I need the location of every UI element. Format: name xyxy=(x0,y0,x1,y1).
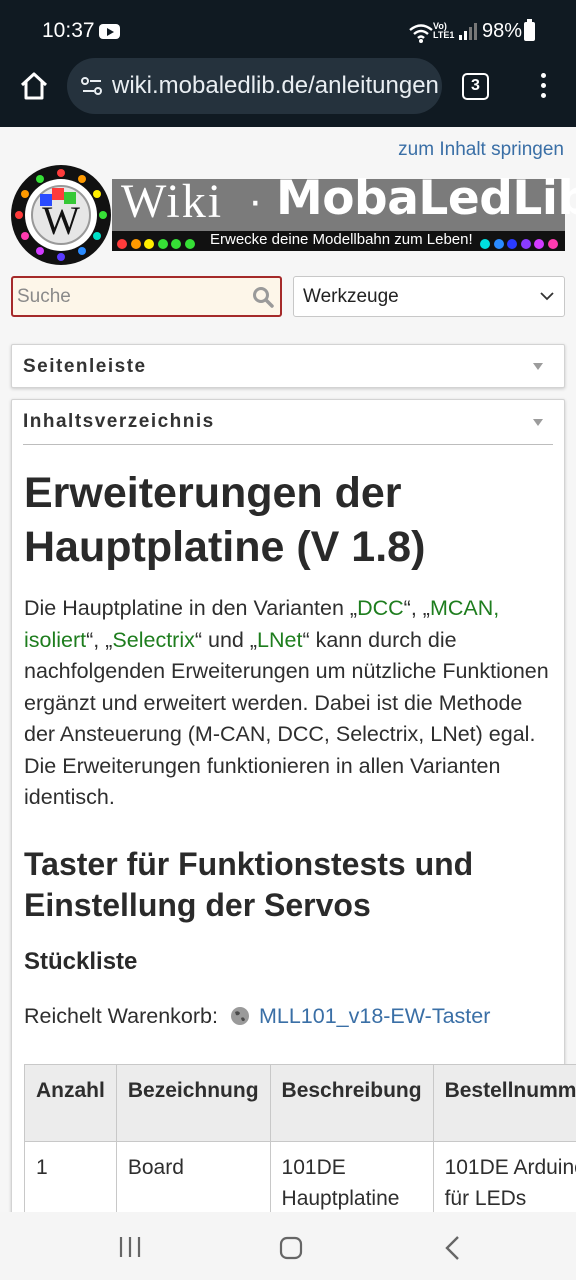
divider xyxy=(23,444,553,445)
network-label: Vo) LTE1 xyxy=(433,21,455,40)
banner-separator: · xyxy=(248,176,263,225)
chevron-down-icon xyxy=(540,292,554,301)
intro-text: “ kann durch die nachfolgenden Erweiteru… xyxy=(24,627,549,810)
skip-to-content-link[interactable]: zum Inhalt springen xyxy=(398,139,564,161)
content-card: Inhaltsverzeichnis Erweiterungen der Hau… xyxy=(11,399,576,1212)
table-cell: 101DE Hauptplatine xyxy=(269,1141,434,1212)
wifi-icon xyxy=(409,24,433,43)
search-input[interactable] xyxy=(17,284,247,310)
table-cell: Board xyxy=(115,1141,271,1212)
table-cell: 1 xyxy=(24,1141,117,1212)
home-icon[interactable] xyxy=(18,70,50,102)
system-nav-bar xyxy=(0,1212,576,1280)
banner-brand: MobaLedLib xyxy=(276,171,576,226)
intro-text: “ und „ xyxy=(194,627,258,652)
column-header: Anzahl xyxy=(24,1064,117,1142)
cart-line: Reichelt Warenkorb: MLL101_v18-EW-Taster xyxy=(24,1004,490,1029)
status-bar: 10:37 Vo) LTE1 98% xyxy=(0,0,576,60)
parts-table: Anzahl Bezeichnung Beschreibung Bestelln… xyxy=(24,1064,576,1212)
intro-text: Die Hauptplatine in den Varianten „ xyxy=(24,596,358,620)
table-header-row: Anzahl Bezeichnung Beschreibung Bestelln… xyxy=(24,1064,576,1142)
back-icon[interactable] xyxy=(443,1235,461,1261)
home-nav-icon[interactable] xyxy=(279,1236,303,1260)
browser-toolbar: wiki.mobaledlib.de/anleitungen 3 xyxy=(0,58,576,127)
wiki-logo[interactable]: W xyxy=(10,164,112,266)
tools-dropdown[interactable]: Werkzeuge xyxy=(293,276,565,317)
url-text[interactable]: wiki.mobaledlib.de/anleitungen xyxy=(112,72,439,100)
intro-text: “, „ xyxy=(86,627,113,652)
signal-icon xyxy=(459,23,477,40)
page-title: Erweiterungen der Hauptplatine (V 1.8) xyxy=(24,469,426,571)
toc-toggle[interactable]: Inhaltsverzeichnis xyxy=(12,400,564,444)
globe-icon xyxy=(230,1007,249,1025)
link-selectrix[interactable]: Selectrix xyxy=(112,628,194,652)
tools-dropdown-value: Werkzeuge xyxy=(303,286,399,307)
section-heading: Taster für Funktionstests und Einstellun… xyxy=(24,846,474,923)
web-page: zum Inhalt springen W Wiki · MobaLedLib … xyxy=(0,127,576,1212)
more-menu-icon[interactable] xyxy=(536,73,550,103)
site-banner[interactable]: W Wiki · MobaLedLib Erwecke deine Modell… xyxy=(10,164,576,266)
toc-toggle-label: Inhaltsverzeichnis xyxy=(23,411,215,432)
led-dots-left xyxy=(117,236,198,249)
battery-icon xyxy=(524,19,535,41)
link-dcc[interactable]: DCC xyxy=(357,596,404,620)
table-cell: 101DE Arduino für LEDs xyxy=(432,1141,576,1212)
site-settings-icon[interactable] xyxy=(79,73,105,99)
address-bar[interactable]: wiki.mobaledlib.de/anleitungen xyxy=(67,58,442,114)
caret-down-icon xyxy=(533,419,543,426)
sidebar-toggle[interactable]: Seitenleiste xyxy=(11,344,565,388)
youtube-icon xyxy=(99,24,120,39)
tab-switcher-button[interactable]: 3 xyxy=(462,73,489,100)
search-icon[interactable] xyxy=(252,286,274,308)
subsection-heading: Stückliste xyxy=(24,948,138,975)
svg-text:W: W xyxy=(42,198,80,243)
cart-link[interactable]: MLL101_v18-EW-Taster xyxy=(259,1004,490,1028)
sidebar-toggle-label: Seitenleiste xyxy=(23,356,147,377)
battery-percent: 98% xyxy=(482,20,523,42)
column-header: Beschreibung xyxy=(269,1064,434,1142)
search-field[interactable] xyxy=(11,276,282,317)
column-header: Bestellnummer xyxy=(432,1064,576,1142)
intro-paragraph: Die Hauptplatine in den Varianten „DCC“,… xyxy=(24,593,556,814)
caret-down-icon xyxy=(533,363,543,370)
cart-label: Reichelt Warenkorb: xyxy=(24,1004,218,1028)
link-lnet[interactable]: LNet xyxy=(257,628,302,652)
status-time: 10:37 xyxy=(42,19,95,42)
banner-wiki-text: Wiki xyxy=(121,175,224,228)
banner-tagline: Erwecke deine Modellbahn zum Leben! xyxy=(210,231,473,248)
led-dots-right xyxy=(480,236,561,249)
recent-apps-icon[interactable] xyxy=(118,1236,142,1258)
column-header: Bezeichnung xyxy=(115,1064,271,1142)
intro-text: “, „ xyxy=(403,596,430,620)
table-row: 1 Board 101DE Hauptplatine 101DE Arduino… xyxy=(24,1141,576,1212)
